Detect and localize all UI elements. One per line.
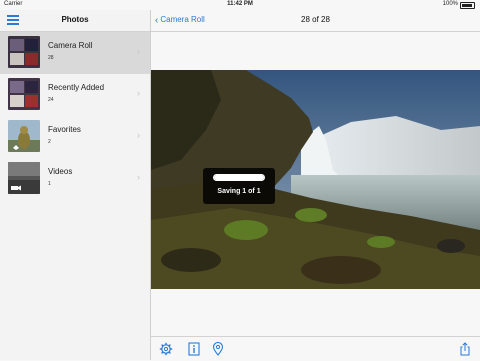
- battery-icon: [460, 2, 475, 9]
- sidebar-title: Photos: [61, 15, 89, 24]
- progress-bar: [213, 174, 265, 181]
- album-count: 28: [48, 55, 54, 61]
- album-favorites[interactable]: Favorites 2 ›: [0, 116, 150, 158]
- sidebar-header: Photos: [0, 10, 150, 32]
- album-count: 2: [48, 139, 51, 145]
- album-name: Camera Roll: [48, 41, 93, 50]
- videos-thumbnail: [8, 162, 40, 194]
- saving-status-text: Saving 1 of 1: [217, 188, 261, 195]
- photo-viewer-image[interactable]: [151, 70, 480, 289]
- album-recently-added[interactable]: Recently Added 24 ›: [0, 74, 150, 116]
- chevron-right-icon: ›: [137, 172, 140, 182]
- album-name: Recently Added: [48, 83, 105, 92]
- location-pin-icon[interactable]: [211, 342, 225, 356]
- album-camera-roll[interactable]: Camera Roll 28 ›: [0, 32, 150, 74]
- album-videos[interactable]: Videos 1 ›: [0, 158, 150, 200]
- album-name: Favorites: [48, 125, 81, 134]
- album-count: 24: [48, 97, 54, 103]
- battery-percent: 100%: [442, 1, 458, 7]
- saving-progress-hud: Saving 1 of 1: [203, 168, 275, 204]
- status-bar: Carrier 11:42 PM 100%: [0, 0, 480, 10]
- chevron-right-icon: ›: [137, 46, 140, 56]
- bottom-toolbar: [151, 336, 480, 361]
- chevron-right-icon: ›: [137, 88, 140, 98]
- favorites-thumbnail: [8, 120, 40, 152]
- camera-roll-thumbnail: [8, 36, 40, 68]
- recently-added-thumbnail: [8, 78, 40, 110]
- gear-icon[interactable]: [159, 342, 173, 356]
- album-name: Videos: [48, 167, 73, 176]
- photo-counter: 28 of 28: [301, 15, 330, 24]
- sidebar: Photos Camera Roll 28 › Recently Added 2…: [0, 10, 151, 360]
- share-icon[interactable]: [458, 342, 472, 356]
- main-header: ‹ Camera Roll 28 of 28: [151, 10, 480, 32]
- info-icon[interactable]: [187, 342, 201, 356]
- status-time: 11:42 PM: [227, 1, 253, 7]
- chevron-right-icon: ›: [137, 130, 140, 140]
- progress-bar-fill: [214, 175, 264, 180]
- main-panel: ‹ Camera Roll 28 of 28 Saving 1 of 1: [151, 10, 480, 361]
- album-count: 1: [48, 181, 51, 187]
